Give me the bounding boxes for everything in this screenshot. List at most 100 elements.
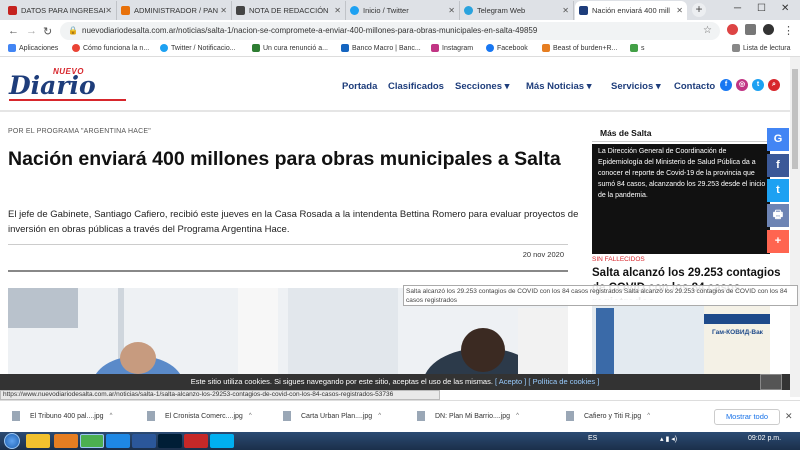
bookmark-item[interactable]: Twitter / Notificacio... <box>160 44 236 52</box>
download-item[interactable]: DN: Plan Mi Barrio....jpg ^ <box>417 411 519 421</box>
start-button[interactable] <box>4 433 20 449</box>
reading-list[interactable]: Lista de lectura <box>732 44 790 52</box>
maximize-icon[interactable]: ☐ <box>757 3 766 14</box>
bookmark-item[interactable]: Banco Macro | Banc... <box>341 44 421 52</box>
chrome-icon[interactable] <box>80 434 104 448</box>
chevron-up-icon[interactable]: ^ <box>378 413 381 419</box>
cookie-text: Este sitio utiliza cookies. Si sigues na… <box>190 377 493 386</box>
tray-icons[interactable]: ▴ ▮ ◂) <box>660 435 677 443</box>
clock[interactable]: 09:02 p.m. <box>748 435 781 442</box>
extension-icon[interactable] <box>727 24 738 35</box>
share-print-button[interactable]: 🖶 <box>767 204 789 227</box>
scrollbar-thumb[interactable] <box>792 69 798 169</box>
browser-tab-bar: DATOS PARA INGRESAR ✕ ADMINISTRADOR / PA… <box>0 0 800 20</box>
file-icon <box>12 411 20 421</box>
cookie-policy-link[interactable]: [ Política de cookies ] <box>528 377 599 386</box>
cookie-banner: Este sitio utiliza cookies. Si sigues na… <box>0 374 790 390</box>
menu-kebab-icon[interactable]: ⋮ <box>783 24 794 37</box>
new-tab-button[interactable]: + <box>692 3 706 17</box>
page-scrollbar[interactable] <box>790 57 800 397</box>
url-text: nuevodiariodesalta.com.ar/noticias/salta… <box>82 26 538 35</box>
chevron-up-icon[interactable]: ^ <box>249 413 252 419</box>
logo-underline <box>9 99 126 101</box>
bookmark-item[interactable]: Un cura renunció a... <box>252 44 328 52</box>
article-lead: El jefe de Gabinete, Santiago Cafiero, r… <box>8 209 579 235</box>
cookie-accept-link[interactable]: [ Acepto ] <box>495 377 526 386</box>
nav-servicios[interactable]: Servicios ▾ <box>611 81 661 92</box>
divider <box>8 270 568 272</box>
browser-tab[interactable]: Telegram Web ✕ <box>460 1 574 20</box>
bookmark-item[interactable]: Instagram <box>431 44 473 52</box>
browser-tab[interactable]: Inicio / Twitter ✕ <box>346 1 460 20</box>
language-indicator[interactable]: ES <box>588 435 597 442</box>
edge-icon[interactable] <box>106 434 130 448</box>
file-icon <box>283 411 291 421</box>
bookmark-item[interactable]: Facebook <box>486 44 528 52</box>
share-twitter-button[interactable]: t <box>767 179 789 202</box>
close-downloads-icon[interactable]: ✕ <box>785 411 793 422</box>
close-tab-icon[interactable]: ✕ <box>334 6 341 15</box>
download-item[interactable]: Carta Urban Plan....jpg ^ <box>283 411 381 421</box>
logo-diario: Diario <box>9 71 96 100</box>
search-icon[interactable]: ⌕ <box>768 79 780 91</box>
bookmark-item[interactable]: Aplicaciones <box>8 44 58 52</box>
close-tab-icon[interactable]: ✕ <box>676 6 683 15</box>
nav-portada[interactable]: Portada <box>342 81 377 92</box>
instagram-icon[interactable]: ◎ <box>736 79 748 91</box>
nav-mas-noticias[interactable]: Más Noticias ▾ <box>526 81 591 92</box>
music-icon <box>542 44 550 52</box>
minimize-icon[interactable]: ─ <box>734 3 741 14</box>
site-header: NUEVO Diario Portada Clasificados Seccio… <box>0 57 790 112</box>
word-icon[interactable] <box>132 434 156 448</box>
reload-icon[interactable]: ↻ <box>43 25 52 38</box>
facebook-icon[interactable]: f <box>720 79 732 91</box>
nav-clasificados[interactable]: Clasificados <box>388 81 444 92</box>
app-icon[interactable] <box>184 434 208 448</box>
gmail-icon <box>8 6 17 15</box>
close-tab-icon[interactable]: ✕ <box>220 6 227 15</box>
show-all-downloads-button[interactable]: Mostrar todo <box>714 409 780 425</box>
close-tab-icon[interactable]: ✕ <box>562 6 569 15</box>
facebook-icon <box>486 44 494 52</box>
puzzle-icon[interactable] <box>745 24 756 35</box>
browser-toolbar: ← → ↻ 🔒 nuevodiariodesalta.com.ar/notici… <box>0 20 800 42</box>
nav-secciones[interactable]: Secciones ▾ <box>455 81 509 92</box>
divider <box>592 141 770 142</box>
sidebar-category: SIN FALLECIDOS <box>592 256 645 263</box>
back-icon[interactable]: ← <box>8 25 19 37</box>
browser-tab[interactable]: NOTA DE REDACCIÓN ✕ <box>232 1 346 20</box>
photoshop-icon[interactable] <box>158 434 182 448</box>
explorer-icon[interactable] <box>26 434 50 448</box>
download-item[interactable]: Cafiero y Titi R.jpg ^ <box>566 411 650 421</box>
chevron-up-icon[interactable]: ^ <box>647 413 650 419</box>
nav-contacto[interactable]: Contacto <box>674 81 715 92</box>
twitter-icon[interactable]: t <box>752 79 764 91</box>
close-tab-icon[interactable]: ✕ <box>448 6 455 15</box>
close-window-icon[interactable]: ✕ <box>781 3 789 14</box>
cookie-close-button[interactable] <box>760 374 782 390</box>
chevron-up-icon[interactable]: ^ <box>110 413 113 419</box>
browser-tab[interactable]: ADMINISTRADOR / PAN ✕ <box>117 1 232 20</box>
download-item[interactable]: El Tribuno 400 pal....jpg ^ <box>12 411 112 421</box>
vaccine-image[interactable]: Гам-КОВИД-Вак <box>592 300 770 384</box>
media-player-icon[interactable] <box>54 434 78 448</box>
forward-icon[interactable]: → <box>26 25 37 37</box>
close-tab-icon[interactable]: ✕ <box>105 6 112 15</box>
browser-tab-active[interactable]: Nación enviará 400 mill ✕ <box>575 1 687 20</box>
skype-icon[interactable] <box>210 434 234 448</box>
bookmarks-bar: Aplicaciones Cómo funciona la n... Twitt… <box>0 42 800 57</box>
share-facebook-button[interactable]: f <box>767 154 789 177</box>
profile-avatar[interactable] <box>763 24 774 35</box>
bookmark-item[interactable]: s <box>630 44 645 52</box>
sidebar-news-image[interactable]: La Dirección General de Coordinación de … <box>592 144 770 254</box>
bookmark-item[interactable]: Beast of burden+R... <box>542 44 617 52</box>
chevron-up-icon[interactable]: ^ <box>516 413 519 419</box>
share-google-button[interactable]: G <box>767 128 789 151</box>
address-bar[interactable]: 🔒 nuevodiariodesalta.com.ar/noticias/sal… <box>60 22 720 40</box>
bookmark-item[interactable]: Cómo funciona la n... <box>72 44 149 52</box>
sidebar-image-text: La Dirección General de Coordinación de … <box>598 148 766 199</box>
bookmark-star-icon[interactable]: ☆ <box>703 22 712 40</box>
download-item[interactable]: El Cronista Comerc....jpg ^ <box>147 411 252 421</box>
browser-tab[interactable]: DATOS PARA INGRESAR ✕ <box>4 1 117 20</box>
share-more-button[interactable]: + <box>767 230 789 253</box>
